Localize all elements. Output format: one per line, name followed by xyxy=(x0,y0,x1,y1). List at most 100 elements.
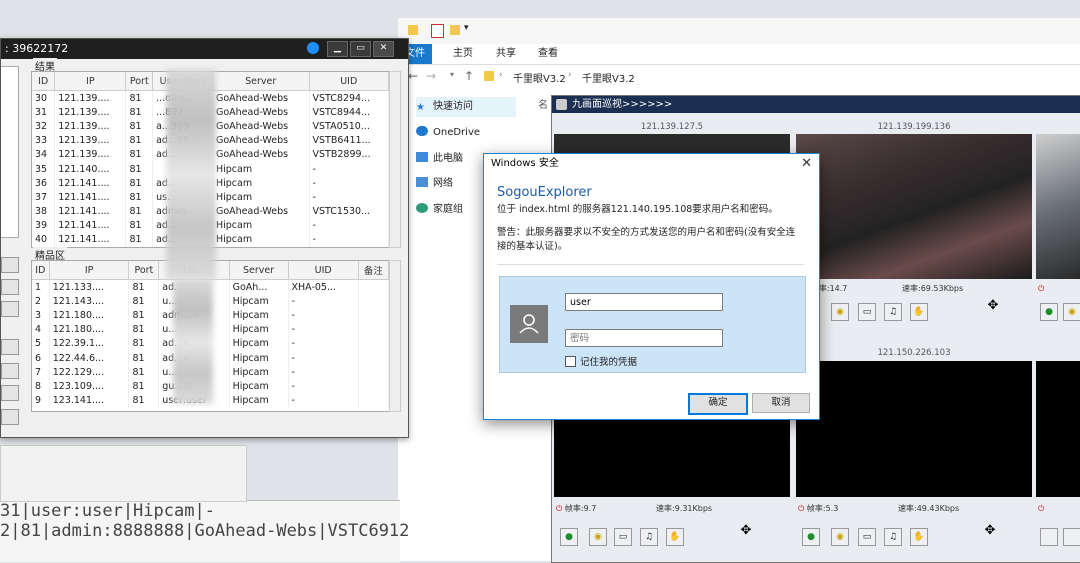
table-cell: 123.109.... xyxy=(49,379,130,394)
nav-network[interactable]: 网络 xyxy=(416,174,453,194)
snapshot-icon[interactable]: ◉ xyxy=(831,528,849,546)
snapshot-icon[interactable]: ◉ xyxy=(1063,303,1080,321)
background-panel xyxy=(0,445,247,502)
record-icon[interactable]: ● xyxy=(560,528,578,546)
side-button[interactable] xyxy=(1,301,19,317)
dialog-warning: 警告：此服务器要求以不安全的方式发送您的用户名和密码(没有安全连接的基本认证)。 xyxy=(497,227,796,252)
column-header[interactable]: UID xyxy=(288,261,359,280)
table-cell: VSTC1530... xyxy=(309,204,389,219)
close-icon[interactable]: ✕ xyxy=(801,156,812,171)
chevron-right-icon: › xyxy=(499,70,503,80)
talk-icon[interactable]: ✋ xyxy=(666,528,684,546)
properties-icon[interactable] xyxy=(431,24,444,38)
column-header[interactable]: UID xyxy=(309,72,389,91)
side-button[interactable] xyxy=(1,385,19,401)
table-cell: 81 xyxy=(128,279,160,295)
forward-arrow-icon[interactable]: → xyxy=(426,69,436,83)
nav-this-pc[interactable]: 此电脑 xyxy=(416,149,463,169)
table-cell: 8 xyxy=(32,379,50,394)
credential-dialog: Windows 安全 ✕ SogouExplorer 位于 index.html… xyxy=(483,153,820,420)
viewer-title: 九画面巡视>>>>>> xyxy=(552,96,1080,113)
ptz-control-icon[interactable]: ✥ xyxy=(977,299,1009,312)
column-header[interactable]: IP xyxy=(49,261,130,280)
table-cell: Hipcam xyxy=(212,161,310,177)
tab-home[interactable]: 主页 xyxy=(446,44,480,64)
table-cell: - xyxy=(288,322,359,337)
audio-icon[interactable]: ♫ xyxy=(884,528,902,546)
back-arrow-icon[interactable]: ← xyxy=(408,69,418,83)
column-header[interactable]: Port xyxy=(125,72,154,91)
recent-locations-icon[interactable]: ▾ xyxy=(450,70,454,79)
close-button[interactable]: ✕ xyxy=(373,41,394,57)
talk-icon[interactable]: ✋ xyxy=(910,303,928,321)
table-cell: 81 xyxy=(128,336,160,351)
column-header[interactable]: ID xyxy=(32,72,56,91)
record-icon[interactable]: ● xyxy=(1040,303,1058,321)
redaction-blur xyxy=(173,279,213,404)
talk-icon[interactable]: ✋ xyxy=(910,528,928,546)
ptz-control-icon[interactable]: ✥ xyxy=(730,524,762,537)
nav-quick-access[interactable]: ★ 快速访问 xyxy=(416,97,516,117)
minimize-button[interactable]: ▁ xyxy=(327,41,348,57)
folder-icon[interactable]: ▭ xyxy=(858,303,876,321)
record-icon[interactable]: ● xyxy=(802,528,820,546)
folder-icon[interactable]: ▭ xyxy=(858,528,876,546)
chevron-right-icon: › xyxy=(568,70,572,80)
snapshot-icon[interactable]: ◉ xyxy=(589,528,607,546)
ok-button[interactable]: 确定 xyxy=(688,393,748,415)
dialog-title: Windows 安全 xyxy=(491,158,559,169)
tab-share[interactable]: 共享 xyxy=(489,44,523,64)
column-header[interactable]: Server xyxy=(212,72,310,91)
camera-feed[interactable] xyxy=(1036,361,1080,497)
table-cell: Hipcam xyxy=(229,350,289,366)
breadcrumb-item[interactable]: 千里眼V3.2 xyxy=(513,70,566,85)
address-row: ← → ▾ ↑ › 千里眼V3.2 › 千里眼V3.2 xyxy=(398,66,1080,88)
camera-feed[interactable] xyxy=(1036,134,1080,279)
cancel-button[interactable]: 取消 xyxy=(752,393,810,413)
quick-access-dropdown-icon[interactable]: ▾ xyxy=(464,23,469,33)
side-button[interactable] xyxy=(1,257,19,273)
new-folder-icon[interactable] xyxy=(450,25,460,35)
folder-icon[interactable]: ▭ xyxy=(614,528,632,546)
audio-icon[interactable]: ♫ xyxy=(640,528,658,546)
column-header[interactable]: ID xyxy=(32,261,50,280)
snapshot-icon[interactable]: ◉ xyxy=(831,303,849,321)
record-icon[interactable] xyxy=(1040,528,1058,546)
password-field[interactable] xyxy=(565,329,723,347)
column-header[interactable]: Server xyxy=(229,261,289,280)
up-arrow-icon[interactable]: ↑ xyxy=(464,69,474,83)
camera-feed[interactable] xyxy=(796,361,1032,497)
tab-view[interactable]: 查看 xyxy=(531,44,565,64)
featured-scrollbar[interactable] xyxy=(389,260,401,412)
remember-label: 记住我的凭据 xyxy=(580,357,638,368)
side-button[interactable] xyxy=(1,339,19,355)
breadcrumb-item[interactable]: 千里眼V3.2 xyxy=(582,70,635,85)
column-header[interactable]: IP xyxy=(54,72,127,91)
table-cell: 81 xyxy=(125,105,154,120)
results-scrollbar[interactable] xyxy=(389,71,401,248)
camera-feed[interactable] xyxy=(796,134,1032,279)
ptz-control-icon[interactable]: ✥ xyxy=(974,524,1006,537)
nav-homegroup[interactable]: 家庭组 xyxy=(416,200,463,220)
table-cell: 121.141.... xyxy=(54,218,127,233)
scanner-window: : 39622172 ▁ ▭ ✕ 结果 IDIPPortUser:PassSer… xyxy=(0,38,409,438)
audio-icon[interactable]: ♫ xyxy=(884,303,902,321)
table-cell: 121.141.... xyxy=(54,176,127,191)
table-cell: - xyxy=(309,232,389,247)
app-icon xyxy=(556,99,567,110)
column-header[interactable]: Port xyxy=(128,261,160,280)
column-header[interactable]: 备注 xyxy=(358,261,389,280)
column-header-name[interactable]: 名 xyxy=(538,96,548,111)
table-cell: 81 xyxy=(128,322,160,337)
remember-checkbox[interactable] xyxy=(565,356,576,367)
side-button[interactable] xyxy=(1,363,19,379)
maximize-button[interactable]: ▭ xyxy=(350,41,371,57)
nav-onedrive[interactable]: OneDrive xyxy=(416,123,480,143)
snapshot-icon[interactable] xyxy=(1063,528,1080,546)
side-button[interactable] xyxy=(1,409,19,425)
camera-stats: ⏻ 帧率:9.7 xyxy=(556,504,597,513)
username-field[interactable] xyxy=(565,293,723,311)
table-cell: 81 xyxy=(128,308,160,323)
side-button[interactable] xyxy=(1,279,19,295)
table-cell: - xyxy=(288,393,359,408)
